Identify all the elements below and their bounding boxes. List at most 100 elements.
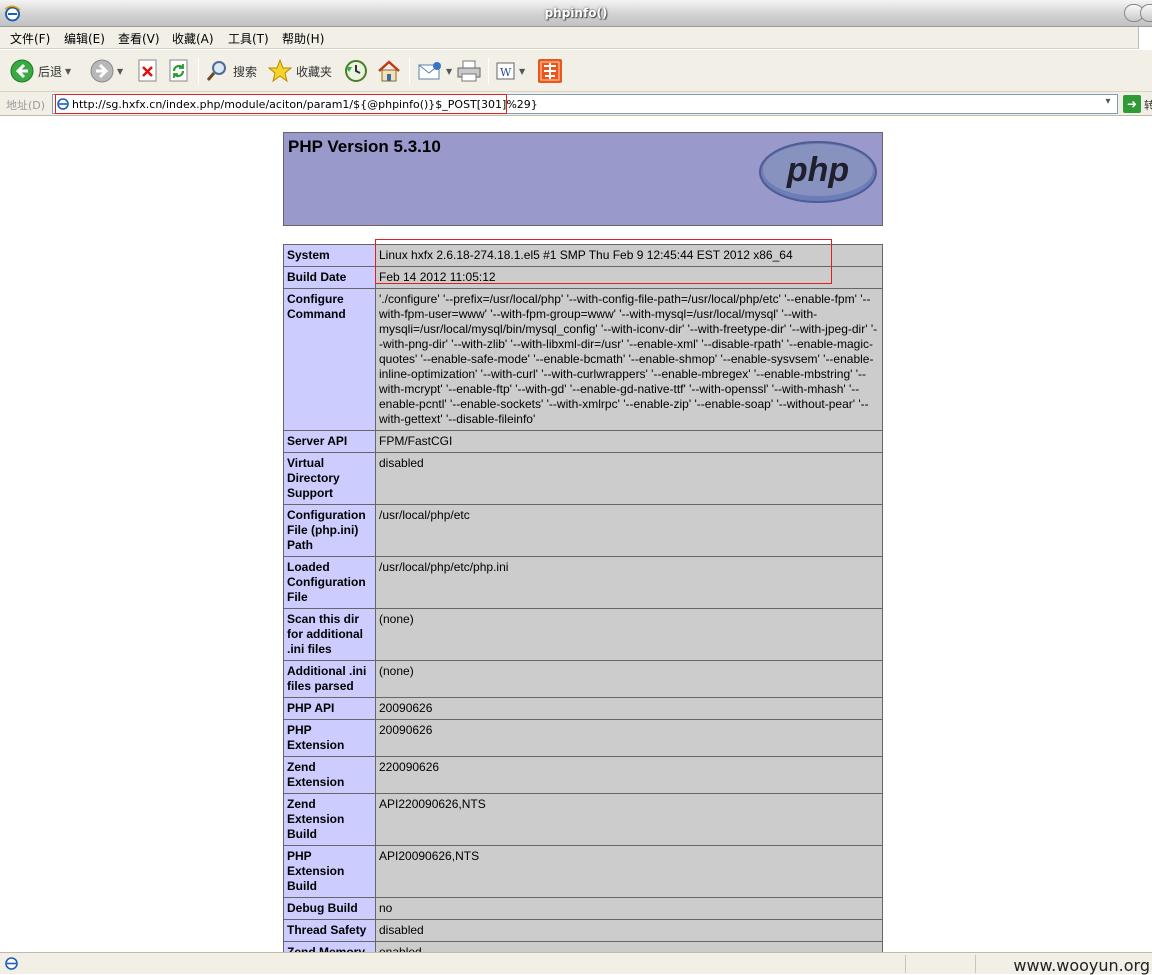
chevron-down-icon: ▼	[519, 66, 526, 76]
info-value: disabled	[375, 452, 883, 505]
info-row: PHP Extension 20090626	[283, 719, 883, 757]
system-highlight-box	[375, 239, 832, 284]
title-bar: phpinfo()	[0, 0, 1152, 27]
info-label: Configuration File (php.ini) Path	[283, 504, 376, 557]
svg-text:W: W	[500, 66, 512, 79]
watermark: www.wooyun.org	[1013, 956, 1150, 975]
info-value: (none)	[375, 660, 883, 698]
menu-bar: 文件(F) 编辑(E) 查看(V) 收藏(A) 工具(T) 帮助(H)	[0, 27, 1152, 49]
search-label: 搜索	[233, 64, 258, 79]
info-row: Server API FPM/FastCGI	[283, 430, 883, 453]
chevron-down-icon: ▼	[117, 66, 124, 76]
forward-button[interactable]: ▼	[90, 50, 123, 92]
info-row: Thread Safety disabled	[283, 919, 883, 942]
refresh-button[interactable]	[168, 50, 190, 92]
info-value: API220090626,NTS	[375, 793, 883, 846]
page-title: PHP Version 5.3.10	[288, 137, 441, 156]
star-icon	[268, 59, 292, 83]
menu-favorites[interactable]: 收藏(A)	[172, 30, 214, 47]
info-label: Debug Build	[283, 897, 376, 920]
forward-arrow-icon	[90, 59, 114, 83]
edit-button[interactable]: W ▼	[496, 50, 525, 92]
arrow-right-icon: ➜	[1126, 97, 1138, 111]
info-value: /usr/local/php/etc	[375, 504, 883, 557]
info-row: Zend Extension 220090626	[283, 756, 883, 794]
stop-button[interactable]	[137, 50, 159, 92]
menu-help[interactable]: 帮助(H)	[282, 30, 324, 47]
extension-button[interactable]	[538, 50, 562, 92]
chevron-down-icon: ▼	[446, 66, 453, 76]
history-button[interactable]	[344, 50, 368, 92]
info-row: Scan this dir for additional .ini files(…	[283, 608, 883, 661]
info-label: Additional .ini files parsed	[283, 660, 376, 698]
extension-icon	[538, 59, 562, 83]
go-label[interactable]: 转	[1144, 97, 1152, 113]
info-label: PHP Extension	[283, 719, 376, 757]
info-row: Zend Memory Managerenabled	[283, 941, 883, 952]
info-value: 20090626	[375, 697, 883, 720]
info-value: no	[375, 897, 883, 920]
page-content: PHP Version 5.3.10 php System Linux hxfx …	[0, 117, 1152, 952]
url-highlight-box	[55, 94, 507, 114]
info-value: API20090626,NTS	[375, 845, 883, 898]
info-label: Virtual Directory Support	[283, 452, 376, 505]
stop-icon	[138, 59, 157, 82]
back-button[interactable]: 后退 ▼	[10, 50, 71, 92]
menu-edit[interactable]: 编辑(E)	[64, 30, 105, 47]
mail-button[interactable]: ▼	[417, 50, 452, 92]
info-row: Additional .ini files parsed (none)	[283, 660, 883, 698]
info-row: PHP Extension Build API20090626,NTS	[283, 845, 883, 898]
info-value: /usr/local/php/etc/php.ini	[375, 556, 883, 609]
toolbar: 后退 ▼ ▼ 搜索 收藏夹 ▼ W ▼	[0, 50, 1152, 92]
info-row: Loaded Configuration File/usr/local/php/…	[283, 556, 883, 609]
chevron-down-icon[interactable]: ▾	[1101, 96, 1115, 112]
menu-file[interactable]: 文件(F)	[10, 30, 50, 47]
info-value: 20090626	[375, 719, 883, 757]
info-label: Thread Safety	[283, 919, 376, 942]
status-pane	[905, 955, 975, 973]
menu-corner	[1138, 27, 1152, 49]
home-icon	[378, 60, 400, 82]
info-row: Zend Extension Build API220090626,NTS	[283, 793, 883, 846]
toolbar-separator	[198, 58, 199, 84]
info-value: disabled	[375, 919, 883, 942]
browser-window: phpinfo() 文件(F) 编辑(E) 查看(V) 收藏(A) 工具(T) …	[0, 0, 1152, 975]
chevron-down-icon: ▼	[65, 66, 72, 76]
info-label: Build Date	[283, 266, 376, 289]
refresh-icon	[169, 59, 188, 82]
info-label: Zend Extension	[283, 756, 376, 794]
ie-page-icon	[5, 957, 18, 970]
window-title: phpinfo()	[544, 6, 608, 20]
php-logo-text: php	[786, 151, 849, 189]
php-logo-icon: php	[759, 141, 877, 203]
info-label: Scan this dir for additional .ini files	[283, 608, 376, 661]
favorites-button[interactable]: 收藏夹	[268, 50, 332, 92]
info-value: (none)	[375, 608, 883, 661]
search-button[interactable]: 搜索	[205, 50, 257, 92]
php-header: PHP Version 5.3.10 php	[283, 132, 883, 226]
info-label: PHP Extension Build	[283, 845, 376, 898]
mail-icon	[418, 62, 441, 80]
info-value: FPM/FastCGI	[375, 430, 883, 453]
favorites-label: 收藏夹	[296, 64, 333, 79]
info-row: Configuration File (php.ini) Path/usr/lo…	[283, 504, 883, 557]
menu-tools[interactable]: 工具(T)	[228, 30, 269, 47]
go-button[interactable]: ➜	[1123, 95, 1141, 113]
menu-view[interactable]: 查看(V)	[118, 30, 160, 47]
back-label: 后退	[38, 64, 63, 79]
info-label: Zend Memory Manager	[283, 941, 376, 952]
maximize-button[interactable]	[1140, 4, 1152, 22]
info-label: Configure Command	[283, 288, 376, 431]
info-value: enabled	[375, 941, 883, 952]
info-value: 220090626	[375, 756, 883, 794]
back-arrow-icon	[10, 59, 34, 83]
address-label: 地址(D)	[6, 99, 46, 112]
info-row: PHP API 20090626	[283, 697, 883, 720]
info-label: Loaded Configuration File	[283, 556, 376, 609]
info-label: PHP API	[283, 697, 376, 720]
print-button[interactable]	[456, 50, 482, 92]
printer-icon	[457, 60, 481, 82]
info-row: Debug Build no	[283, 897, 883, 920]
home-button[interactable]	[377, 50, 401, 92]
toolbar-separator	[488, 58, 489, 84]
